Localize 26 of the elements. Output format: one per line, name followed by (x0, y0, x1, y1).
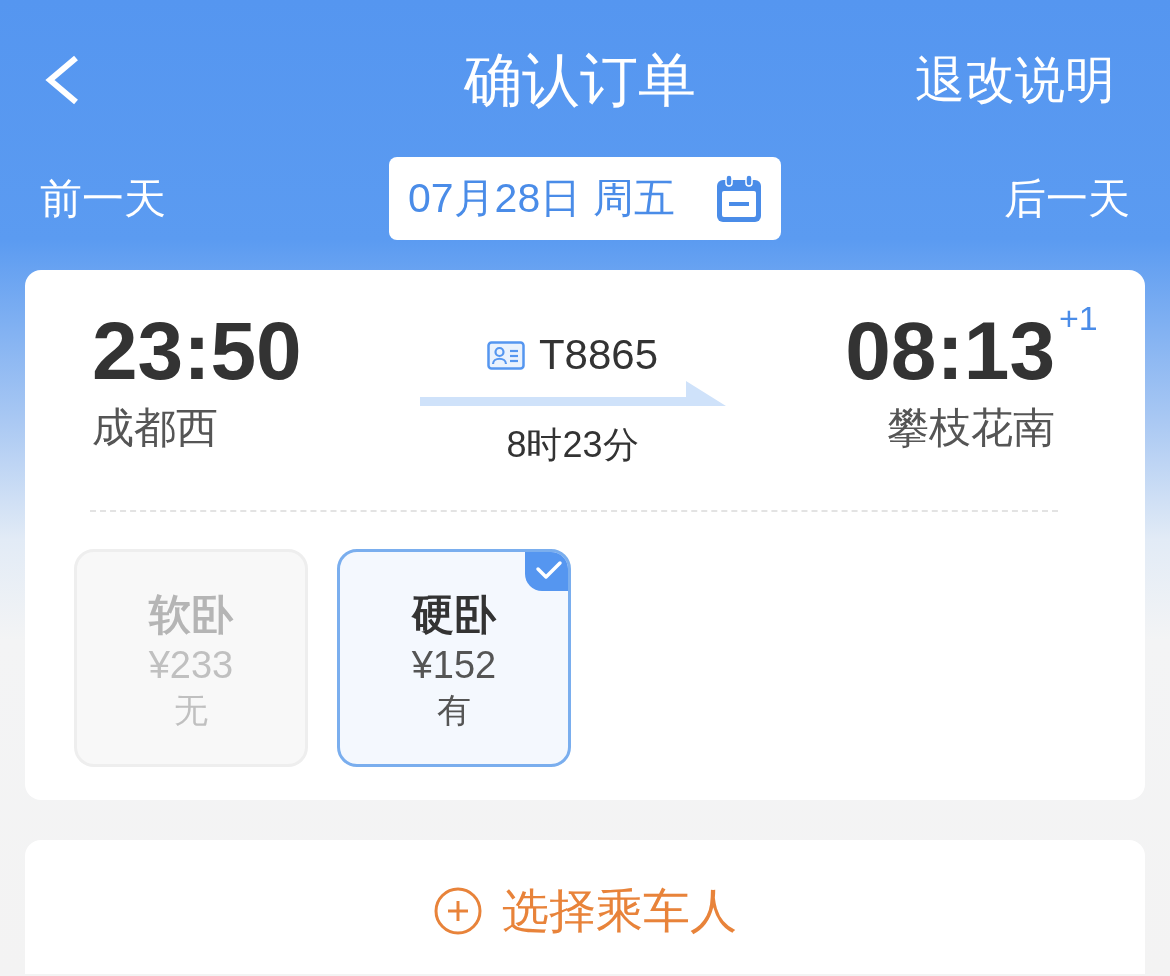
seat-availability: 有 (437, 690, 471, 731)
departure-station: 成都西 (92, 403, 218, 453)
day-offset: +1 (1059, 299, 1098, 337)
seat-availability: 无 (174, 690, 208, 731)
seat-option[interactable]: 硬卧 ¥152 有 (337, 549, 571, 767)
seat-name: 硬卧 (412, 590, 496, 640)
refund-rules-link[interactable]: 退改说明 (915, 50, 1115, 110)
seat-price: ¥233 (148, 643, 234, 688)
plus-circle-icon (433, 887, 482, 935)
train-number: T8865 (538, 331, 659, 379)
previous-day-button[interactable]: 前一天 (40, 173, 166, 224)
back-icon[interactable] (44, 55, 80, 105)
id-card-icon (486, 340, 525, 370)
departure-time: 23:50 (92, 307, 302, 395)
check-icon (525, 552, 568, 591)
arrival-station: 攀枝花南 (887, 403, 1055, 453)
calendar-icon (715, 174, 763, 223)
seat-option[interactable]: 软卧 ¥233 无 (74, 549, 308, 767)
seat-name: 软卧 (149, 590, 233, 640)
page-title: 确认订单 (463, 48, 696, 112)
travel-duration: 8时23分 (506, 424, 639, 466)
seat-price: ¥152 (411, 643, 497, 688)
arrival-time: 08:13 (845, 305, 1055, 396)
date-picker-button[interactable]: 07月28日 周五 (389, 157, 781, 240)
select-passenger-button[interactable]: 选择乘车人 (25, 840, 1145, 974)
next-day-button[interactable]: 后一天 (1004, 173, 1130, 224)
